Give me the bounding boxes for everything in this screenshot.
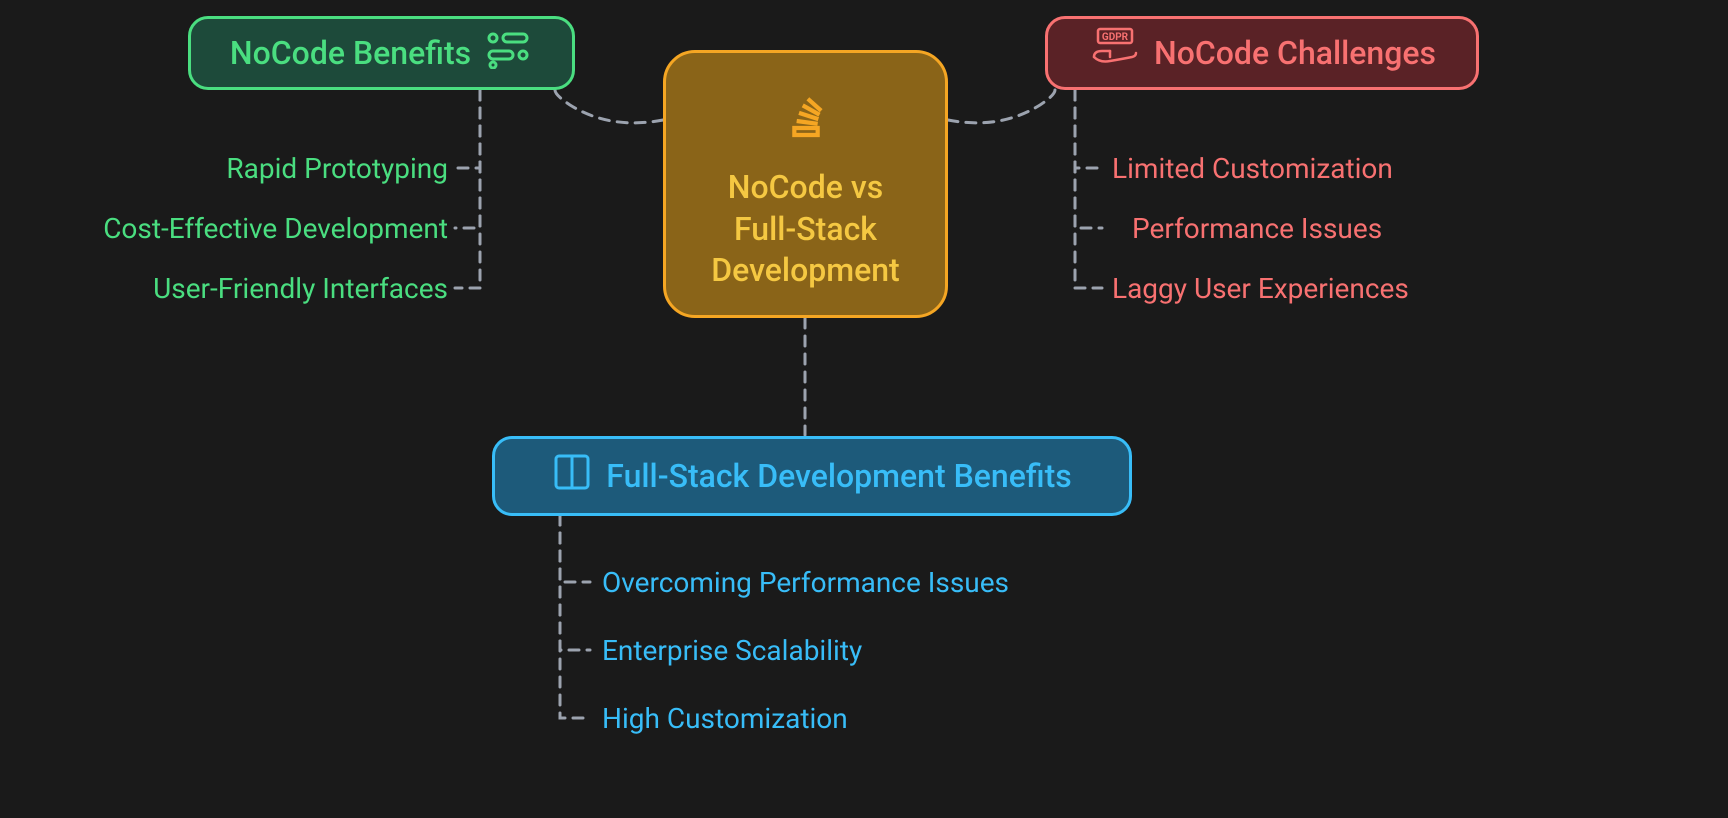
svg-text:GDPR: GDPR [1102,32,1129,43]
green-leaf-0: Rapid Prototyping [0,152,448,185]
nocode-challenges-node: GDPR NoCode Challenges [1045,16,1479,90]
nocode-challenges-title: NoCode Challenges [1154,34,1436,72]
center-node: NoCode vs Full-Stack Development [663,50,948,318]
green-leaf-1: Cost-Effective Development [0,212,448,245]
fullstack-benefits-title: Full-Stack Development Benefits [606,457,1071,495]
red-leaf-0: Limited Customization [1112,152,1393,185]
red-leaf-2: Laggy User Experiences [1112,272,1409,305]
fullstack-benefits-node: Full-Stack Development Benefits [492,436,1132,516]
gdpr-icon: GDPR [1088,27,1140,79]
green-leaf-2: User-Friendly Interfaces [0,272,448,305]
blocks-icon [485,29,533,77]
panels-icon [552,452,592,500]
center-title: NoCode vs Full-Stack Development [711,167,899,292]
red-leaf-1: Performance Issues [1132,212,1382,245]
blue-leaf-2: High Customization [602,702,848,735]
nocode-benefits-title: NoCode Benefits [230,34,471,72]
blue-leaf-1: Enterprise Scalability [602,634,862,667]
nocode-benefits-node: NoCode Benefits [188,16,575,90]
blue-leaf-0: Overcoming Performance Issues [602,566,1009,599]
stack-icon [778,86,834,153]
